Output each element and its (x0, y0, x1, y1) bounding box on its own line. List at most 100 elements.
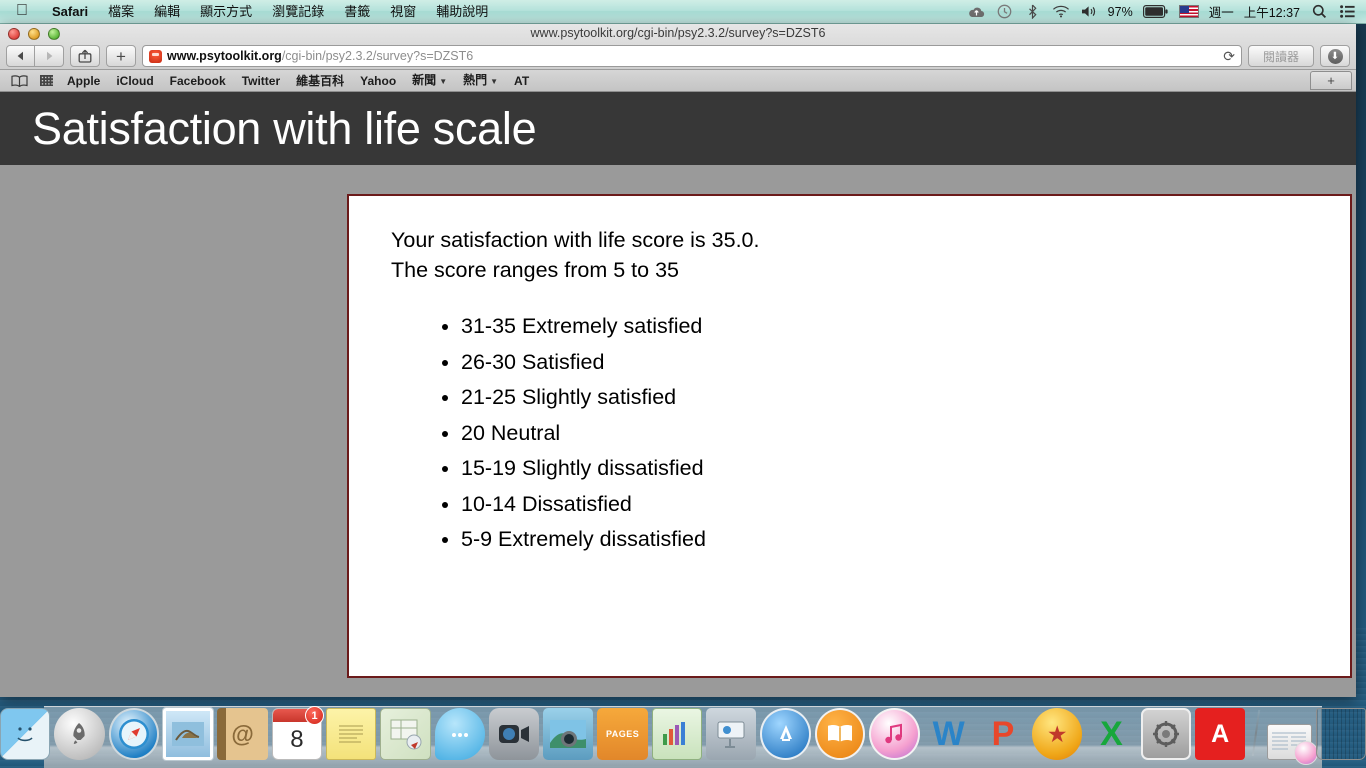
dock-item-microsoft-word[interactable]: W (924, 708, 974, 760)
dock-item-app-store[interactable] (760, 708, 811, 760)
list-item: 31-35 Extremely satisfied (461, 311, 1350, 342)
forward-button[interactable] (35, 45, 64, 67)
bookmark-popular-label: 熱門 (463, 72, 488, 87)
bookmark-yahoo[interactable]: Yahoo (353, 71, 403, 91)
bookmark-facebook[interactable]: Facebook (163, 71, 233, 91)
sidebar-toggle-icon[interactable] (6, 74, 33, 87)
cloud-upload-icon[interactable] (968, 4, 986, 20)
address-bar[interactable]: www.psytoolkit.org/cgi-bin/psy2.3.2/surv… (142, 45, 1242, 67)
pages-label: PAGES (605, 729, 640, 739)
apple-logo-icon[interactable]:  (16, 2, 28, 19)
dock-item-trash[interactable] (1315, 708, 1366, 760)
back-button[interactable] (6, 45, 35, 67)
menu-app-name[interactable]: Safari (42, 0, 98, 24)
menu-bar-status-area: 97% 週一 上午12:37 (968, 2, 1366, 21)
menu-bar-clock[interactable]: 上午12:37 (1244, 2, 1300, 21)
dock-item-safari[interactable] (108, 708, 159, 760)
score-range-list: 31-35 Extremely satisfied 26-30 Satisfie… (461, 311, 1350, 555)
dock-item-itunes[interactable] (869, 708, 920, 760)
share-button[interactable] (70, 45, 100, 67)
url-host: www.psytoolkit.org (167, 49, 282, 63)
battery-icon[interactable] (1143, 4, 1169, 20)
menu-bar-day[interactable]: 週一 (1209, 2, 1234, 21)
calendar-badge-count: 1 (305, 706, 325, 725)
dock-minimized-itunes-window[interactable] (1267, 724, 1318, 765)
menu-item-edit[interactable]: 編輯 (144, 0, 190, 24)
reload-icon[interactable]: ⟳ (1215, 48, 1235, 65)
top-sites-icon[interactable] (35, 75, 58, 86)
bookmark-news-label: 新聞 (412, 72, 437, 87)
bookmark-apple[interactable]: Apple (60, 71, 107, 91)
dock-item-mail[interactable] (162, 708, 214, 760)
bookmark-wikipedia[interactable]: 維基百科 (289, 71, 351, 91)
bookmark-at[interactable]: AT (507, 71, 536, 91)
dock-item-numbers[interactable] (651, 708, 703, 760)
page-title: Satisfaction with life scale (32, 102, 537, 154)
dock-item-notes[interactable] (326, 708, 377, 760)
calendar-day-number: 8 (290, 726, 304, 753)
dock-item-adobe-acrobat[interactable]: A (1194, 708, 1246, 760)
bluetooth-icon[interactable] (1024, 4, 1042, 20)
dock-item-iphoto[interactable] (543, 708, 594, 760)
battery-percentage: 97% (1107, 4, 1133, 19)
url-path: /cgi-bin/psy2.3.2/survey?s=DZST6 (281, 49, 474, 63)
reader-button[interactable]: 閱讀器 (1248, 45, 1314, 67)
results-card: Your satisfaction with life score is 35.… (347, 194, 1352, 678)
word-letter: W (932, 714, 965, 753)
dock-item-keynote[interactable] (706, 708, 757, 760)
site-favicon (149, 49, 162, 63)
acrobat-letter: A (1211, 719, 1230, 748)
url-text: www.psytoolkit.org/cgi-bin/psy2.3.2/surv… (167, 49, 473, 63)
dock-item-facetime[interactable] (488, 708, 540, 760)
dock-item-system-preferences[interactable] (1140, 708, 1191, 760)
excel-letter: X (1100, 714, 1123, 753)
bookmark-news-folder[interactable]: 新聞 ▼ (405, 70, 454, 92)
menu-item-help[interactable]: 輔助說明 (426, 0, 498, 24)
list-item: 15-19 Slightly dissatisfied (461, 453, 1350, 484)
toolbar-controls-row: + www.psytoolkit.org/cgi-bin/psy2.3.2/su… (0, 43, 1356, 69)
add-tab-button[interactable]: + (1310, 71, 1352, 90)
menu-item-history[interactable]: 瀏覽記錄 (262, 0, 334, 24)
dock-item-microsoft-powerpoint[interactable]: P (978, 708, 1028, 760)
list-item: 21-25 Slightly satisfied (461, 382, 1350, 413)
chevron-down-icon: ▼ (490, 76, 499, 86)
new-tab-button[interactable]: + (106, 45, 136, 67)
spotlight-search-icon[interactable] (1310, 4, 1328, 20)
volume-icon[interactable] (1080, 4, 1098, 20)
dock-item-finder[interactable] (0, 708, 51, 760)
bookmark-twitter[interactable]: Twitter (235, 71, 287, 91)
bookmarks-bar: Apple iCloud Facebook Twitter 維基百科 Yahoo… (0, 70, 1356, 92)
browser-toolbar: www.psytoolkit.org/cgi-bin/psy2.3.2/surv… (0, 24, 1356, 70)
list-item: 20 Neutral (461, 418, 1350, 449)
bookmark-popular-folder[interactable]: 熱門 ▼ (456, 70, 505, 92)
time-machine-icon[interactable] (996, 4, 1014, 20)
menu-item-file[interactable]: 檔案 (98, 0, 144, 24)
wifi-icon[interactable] (1052, 4, 1070, 20)
web-page-content: Satisfaction with life scale Your satisf… (0, 92, 1356, 697)
us-flag-icon[interactable] (1178, 5, 1199, 18)
dock-item-calendar[interactable]: 8 1 (271, 706, 325, 760)
chevron-down-icon: ▼ (439, 76, 448, 86)
menu-item-bookmarks[interactable]: 書籤 (334, 0, 380, 24)
window-title: www.psytoolkit.org/cgi-bin/psy2.3.2/surv… (530, 26, 826, 40)
bookmark-icloud[interactable]: iCloud (109, 71, 160, 91)
score-line-2: The score ranges from 5 to 35 (391, 257, 680, 282)
plus-icon: + (116, 46, 126, 66)
downloads-button[interactable]: ⬇ (1320, 45, 1350, 67)
dock-item-star-app[interactable]: ★ (1032, 708, 1083, 760)
dock: @ 8 1 PAGES W P ★ X A (0, 697, 1366, 768)
menu-bar:  Safari 檔案 編輯 顯示方式 瀏覽記錄 書籤 視窗 輔助說明 97% … (0, 0, 1366, 24)
score-line-1: Your satisfaction with life score is 35.… (391, 228, 760, 252)
dock-item-messages[interactable] (434, 708, 485, 760)
notification-center-icon[interactable] (1338, 4, 1356, 20)
dock-item-microsoft-excel[interactable]: X (1086, 708, 1136, 760)
dock-item-pages[interactable]: PAGES (597, 708, 648, 760)
dock-item-launchpad[interactable] (54, 708, 105, 760)
dock-item-ibooks[interactable] (814, 708, 866, 760)
dock-item-maps[interactable] (380, 708, 431, 760)
dock-item-contacts[interactable]: @ (217, 708, 268, 760)
menu-item-view[interactable]: 顯示方式 (190, 0, 262, 24)
menu-item-window[interactable]: 視窗 (380, 0, 426, 24)
results-card-body: Your satisfaction with life score is 35.… (349, 196, 1350, 555)
menu-bar-left:  Safari 檔案 編輯 顯示方式 瀏覽記錄 書籤 視窗 輔助說明 (0, 0, 498, 24)
